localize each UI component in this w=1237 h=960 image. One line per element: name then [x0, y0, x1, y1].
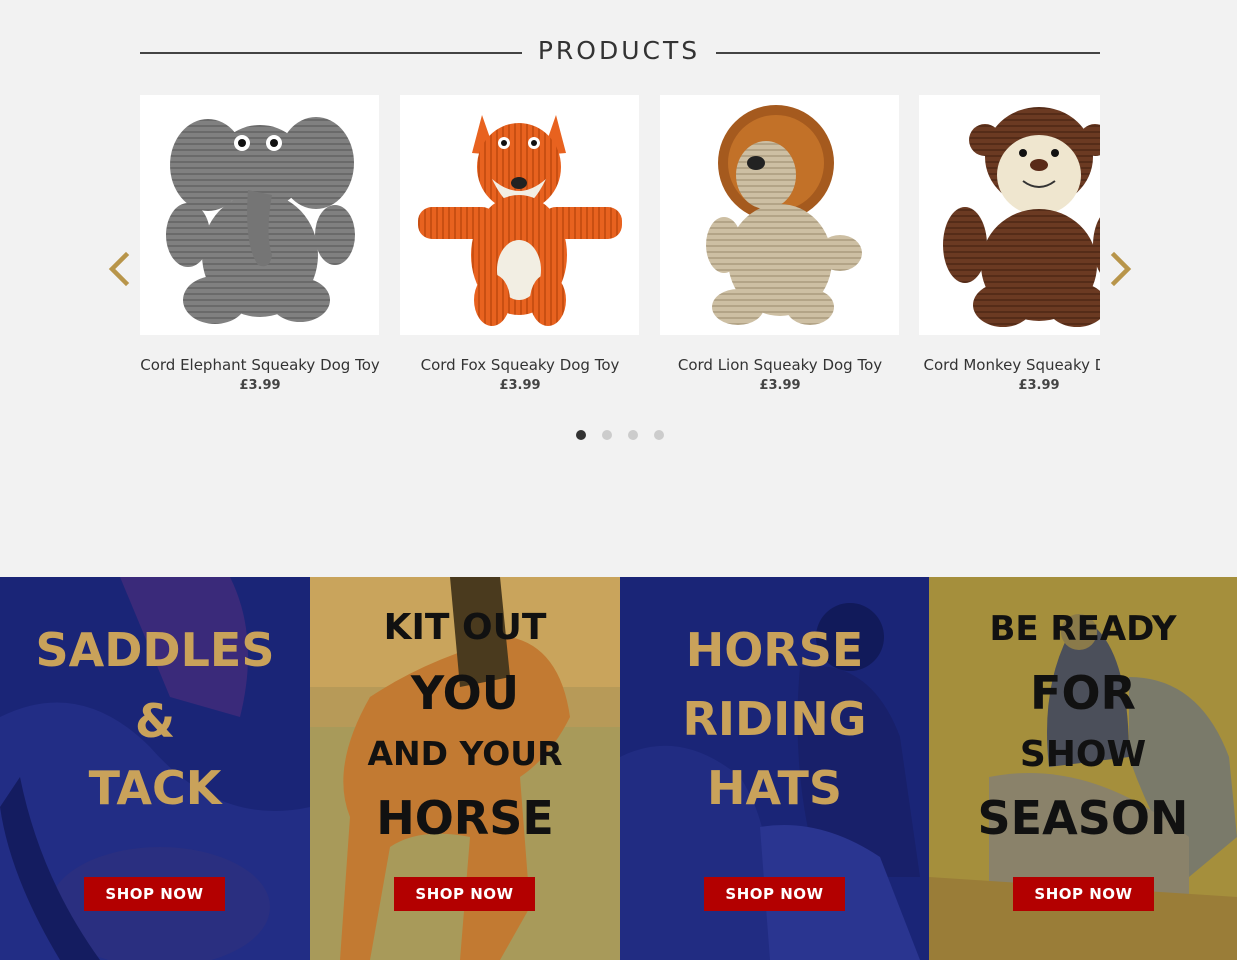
shop-now-button[interactable]: SHOP NOW	[1013, 877, 1154, 911]
product-price: £3.99	[759, 378, 801, 393]
carousel-dot-3[interactable]	[628, 430, 638, 440]
banner-heading-line: RIDING	[682, 692, 867, 746]
banner-heading-line: AND YOUR	[367, 734, 563, 773]
banner-heading-line: YOU	[410, 666, 520, 720]
shop-now-button[interactable]: SHOP NOW	[84, 877, 225, 911]
category-banners: SADDLES & TACK SHOP NOW KIT OUT YOU AND …	[0, 577, 1237, 960]
lion-toy-image	[706, 105, 862, 325]
fox-toy-image	[418, 115, 622, 326]
section-heading: PRODUCTS	[140, 32, 1100, 72]
section-title: PRODUCTS	[537, 36, 701, 65]
banner-heading-line: HORSE	[376, 791, 554, 845]
product-image[interactable]	[919, 95, 1100, 335]
heading-divider-right	[716, 52, 1100, 54]
banner-heading-line: &	[134, 694, 176, 748]
product-name[interactable]: Cord Fox Squeaky Dog Toy	[400, 356, 640, 374]
elephant-toy-image	[166, 117, 355, 324]
banner-saddles-tack[interactable]: SADDLES & TACK SHOP NOW	[0, 577, 310, 960]
product-card[interactable]: Cord Monkey Squeaky Dog Toy £3.99	[919, 95, 1100, 405]
product-image[interactable]	[400, 95, 639, 335]
banner-show-season[interactable]: BE READY FOR SHOW SEASON SHOP NOW	[929, 577, 1237, 960]
chevron-left-icon	[108, 251, 130, 287]
monkey-toy-image	[943, 107, 1100, 327]
product-image[interactable]	[140, 95, 379, 335]
banner-heading-line: SHOW	[1019, 734, 1147, 775]
carousel-dot-2[interactable]	[602, 430, 612, 440]
product-name[interactable]: Cord Elephant Squeaky Dog Toy	[140, 356, 380, 374]
product-price: £3.99	[499, 378, 541, 393]
carousel-pagination	[575, 430, 675, 442]
banner-heading-line: BE READY	[989, 609, 1177, 649]
carousel-prev-button[interactable]	[104, 248, 134, 292]
product-name[interactable]: Cord Monkey Squeaky Dog Toy	[919, 356, 1100, 374]
carousel-dot-4[interactable]	[654, 430, 664, 440]
carousel-next-button[interactable]	[1106, 248, 1136, 292]
product-carousel: Cord Elephant Squeaky Dog Toy £3.99 Cord…	[140, 95, 1100, 405]
products-section: PRODUCTS Cord Elephant Squeaky Dog Toy £…	[0, 0, 1237, 577]
carousel-dot-1[interactable]	[576, 430, 586, 440]
banner-heading-line: SADDLES	[35, 623, 275, 677]
banner-heading-line: HORSE	[685, 623, 864, 677]
heading-divider-left	[140, 52, 522, 54]
product-card[interactable]: Cord Elephant Squeaky Dog Toy £3.99	[140, 95, 380, 405]
product-price: £3.99	[1018, 378, 1060, 393]
product-price: £3.99	[239, 378, 281, 393]
shop-now-button[interactable]: SHOP NOW	[394, 877, 535, 911]
product-name[interactable]: Cord Lion Squeaky Dog Toy	[660, 356, 900, 374]
banner-heading-line: HATS	[706, 761, 843, 815]
banner-heading-line: TACK	[88, 761, 222, 815]
chevron-right-icon	[1110, 251, 1132, 287]
banner-riding-hats[interactable]: HORSE RIDING HATS SHOP NOW	[620, 577, 929, 960]
product-image[interactable]	[660, 95, 899, 335]
product-card[interactable]: Cord Fox Squeaky Dog Toy £3.99	[400, 95, 640, 405]
banner-heading-line: KIT OUT	[383, 607, 547, 648]
product-card[interactable]: Cord Lion Squeaky Dog Toy £3.99	[660, 95, 900, 405]
banner-heading-line: FOR	[1030, 666, 1136, 720]
banner-heading-line: SEASON	[977, 791, 1189, 845]
banner-kit-out[interactable]: KIT OUT YOU AND YOUR HORSE SHOP NOW	[310, 577, 620, 960]
shop-now-button[interactable]: SHOP NOW	[704, 877, 845, 911]
